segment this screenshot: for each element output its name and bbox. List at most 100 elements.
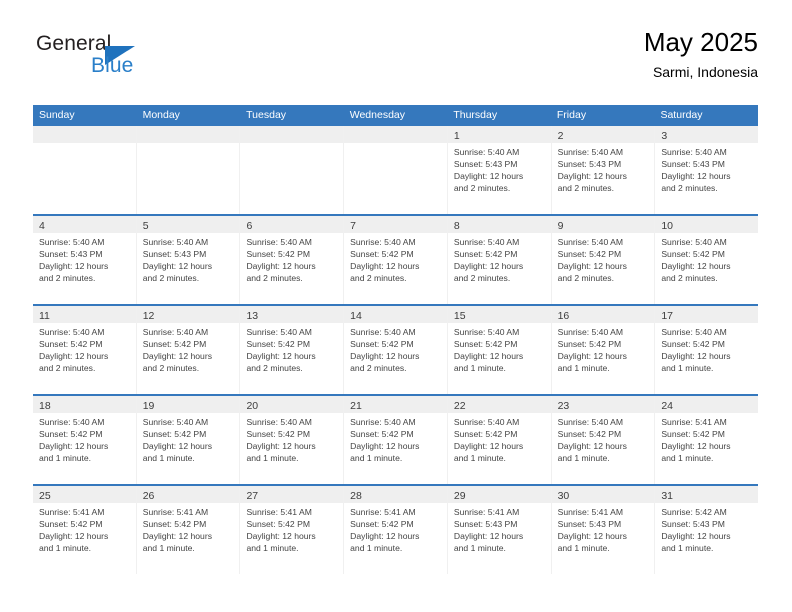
sunset-text: Sunset: 5:42 PM: [453, 249, 518, 260]
daylight-text-line1: Daylight: 12 hours: [350, 531, 420, 542]
day-number-band: 14: [344, 306, 447, 323]
day-number-band: 8: [447, 216, 551, 233]
day-info: Sunrise: 5:40 AM Sunset: 5:42 PM Daylight:…: [344, 233, 447, 284]
calendar-day-cell[interactable]: 27 Sunrise: 5:41 AM Sunset: 5:42 PM Dayligh…: [240, 486, 345, 574]
calendar-day-cell[interactable]: 20 Sunrise: 5:40 AM Sunset: 5:42 PM Dayligh…: [240, 396, 345, 484]
calendar-day-cell[interactable]: 29 Sunrise: 5:41 AM Sunset: 5:43 PM Dayligh…: [447, 486, 552, 574]
page-header: General Blue May 2025 Sarmi, Indonesia: [33, 26, 758, 98]
calendar-day-cell[interactable]: 11 Sunrise: 5:40 AM Sunset: 5:42 PM Dayligh…: [33, 306, 137, 394]
calendar-day-cell[interactable]: 10 Sunrise: 5:40 AM Sunset: 5:42 PM Dayligh…: [655, 216, 759, 304]
day-info: Sunrise: 5:40 AM Sunset: 5:43 PM Daylight:…: [552, 143, 655, 194]
day-number: 1: [453, 130, 460, 142]
sunrise-text: Sunrise: 5:41 AM: [246, 507, 312, 517]
title-block: May 2025 Sarmi, Indonesia: [644, 26, 758, 82]
calendar-day-cell-empty: [344, 126, 448, 214]
daylight-text-line1: Daylight: 12 hours: [453, 261, 524, 272]
calendar-day-cell[interactable]: 15 Sunrise: 5:40 AM Sunset: 5:42 PM Dayligh…: [447, 306, 552, 394]
weekday-header-saturday: Saturday: [660, 109, 703, 121]
calendar-day-cell[interactable]: 28 Sunrise: 5:41 AM Sunset: 5:42 PM Dayligh…: [344, 486, 448, 574]
daylight-text-line1: Daylight: 12 hours: [350, 351, 420, 362]
sunset-text: Sunset: 5:42 PM: [453, 429, 518, 440]
calendar-day-cell[interactable]: 4 Sunrise: 5:40 AM Sunset: 5:43 PM Daylight…: [33, 216, 137, 304]
sunrise-text: Sunrise: 5:41 AM: [453, 507, 520, 517]
day-number: 20: [246, 400, 259, 412]
day-number-band: 20: [240, 396, 344, 413]
daylight-text-line1: Daylight: 12 hours: [246, 531, 316, 542]
weekday-header-thursday: Thursday: [453, 109, 498, 121]
day-info: Sunrise: 5:40 AM Sunset: 5:42 PM Daylight:…: [344, 323, 447, 374]
day-info: Sunrise: 5:40 AM Sunset: 5:42 PM Daylight:…: [137, 413, 240, 464]
day-number-band: 17: [655, 306, 759, 323]
day-info: Sunrise: 5:41 AM Sunset: 5:43 PM Daylight:…: [552, 503, 655, 554]
calendar-day-cell[interactable]: 13 Sunrise: 5:40 AM Sunset: 5:42 PM Dayligh…: [240, 306, 345, 394]
day-info: Sunrise: 5:40 AM Sunset: 5:42 PM Daylight:…: [448, 233, 551, 284]
day-info: Sunrise: 5:41 AM Sunset: 5:42 PM Daylight:…: [655, 413, 758, 464]
sunrise-text: Sunrise: 5:41 AM: [350, 507, 416, 517]
sunset-text: Sunset: 5:43 PM: [557, 159, 622, 170]
day-number-band: 21: [344, 396, 447, 413]
day-number: 14: [350, 310, 362, 322]
calendar-week-row: 1 Sunrise: 5:40 AM Sunset: 5:43 PM Daylight…: [33, 126, 759, 214]
daylight-text-line2: and 1 minute.: [453, 363, 506, 374]
sunset-text: Sunset: 5:43 PM: [661, 519, 725, 530]
day-info: Sunrise: 5:40 AM Sunset: 5:42 PM Daylight:…: [33, 323, 136, 374]
calendar-day-cell[interactable]: 26 Sunrise: 5:41 AM Sunset: 5:42 PM Dayligh…: [136, 486, 241, 574]
calendar-day-cell[interactable]: 6 Sunrise: 5:40 AM Sunset: 5:42 PM Daylight…: [240, 216, 345, 304]
calendar-day-cell[interactable]: 8 Sunrise: 5:40 AM Sunset: 5:42 PM Daylight…: [447, 216, 552, 304]
daylight-text-line1: Daylight: 12 hours: [142, 441, 212, 452]
daylight-text-line2: and 1 minute.: [453, 453, 506, 464]
calendar-day-cell[interactable]: 3 Sunrise: 5:40 AM Sunset: 5:43 PM Daylight…: [655, 126, 759, 214]
daylight-text-line1: Daylight: 12 hours: [350, 441, 420, 452]
sunrise-text: Sunrise: 5:40 AM: [557, 327, 624, 337]
daylight-text-line2: and 1 minute.: [557, 543, 610, 554]
calendar-day-cell[interactable]: 19 Sunrise: 5:40 AM Sunset: 5:42 PM Dayligh…: [136, 396, 241, 484]
sunset-text: Sunset: 5:42 PM: [661, 429, 725, 440]
calendar-day-cell[interactable]: 14 Sunrise: 5:40 AM Sunset: 5:42 PM Dayligh…: [344, 306, 448, 394]
sunrise-text: Sunrise: 5:40 AM: [39, 327, 105, 337]
day-info: Sunrise: 5:41 AM Sunset: 5:43 PM Daylight:…: [448, 503, 551, 554]
day-number: 22: [453, 400, 466, 412]
day-number-band: 23: [551, 396, 655, 413]
sunrise-text: Sunrise: 5:40 AM: [453, 417, 520, 427]
calendar-day-cell[interactable]: 7 Sunrise: 5:40 AM Sunset: 5:42 PM Daylight…: [344, 216, 448, 304]
calendar-day-cell[interactable]: 17 Sunrise: 5:40 AM Sunset: 5:42 PM Dayligh…: [655, 306, 759, 394]
sunrise-text: Sunrise: 5:40 AM: [142, 417, 209, 427]
calendar-day-cell[interactable]: 18 Sunrise: 5:40 AM Sunset: 5:42 PM Dayligh…: [33, 396, 137, 484]
day-number-band: [344, 126, 447, 143]
calendar-day-cell[interactable]: 24 Sunrise: 5:41 AM Sunset: 5:42 PM Dayligh…: [655, 396, 759, 484]
day-number: 19: [142, 400, 155, 412]
day-number: 2: [557, 130, 564, 142]
day-number: 30: [557, 490, 570, 502]
sunrise-text: Sunrise: 5:40 AM: [246, 237, 312, 247]
daylight-text-line2: and 2 minutes.: [246, 363, 303, 374]
sunrise-text: Sunrise: 5:41 AM: [557, 507, 624, 517]
calendar-day-cell[interactable]: 2 Sunrise: 5:40 AM Sunset: 5:43 PM Daylight…: [551, 126, 656, 214]
calendar-day-cell[interactable]: 23 Sunrise: 5:40 AM Sunset: 5:42 PM Dayligh…: [551, 396, 656, 484]
daylight-text-line1: Daylight: 12 hours: [142, 531, 212, 542]
generalblue-logo[interactable]: General Blue: [33, 32, 253, 94]
calendar-day-cell[interactable]: 12 Sunrise: 5:40 AM Sunset: 5:42 PM Dayligh…: [136, 306, 241, 394]
day-number: 25: [39, 490, 51, 502]
weekday-header-friday: Friday: [556, 109, 587, 121]
calendar-day-cell[interactable]: 16 Sunrise: 5:40 AM Sunset: 5:42 PM Dayligh…: [551, 306, 656, 394]
daylight-text-line1: Daylight: 12 hours: [39, 261, 109, 272]
calendar-day-cell[interactable]: 5 Sunrise: 5:40 AM Sunset: 5:43 PM Daylight…: [136, 216, 241, 304]
calendar-day-cell[interactable]: 30 Sunrise: 5:41 AM Sunset: 5:43 PM Dayligh…: [551, 486, 656, 574]
day-number-band: 5: [136, 216, 240, 233]
day-number-band: 24: [655, 396, 759, 413]
daylight-text-line1: Daylight: 12 hours: [246, 261, 316, 272]
daylight-text-line1: Daylight: 12 hours: [350, 261, 420, 272]
daylight-text-line1: Daylight: 12 hours: [142, 351, 212, 362]
calendar-day-cell[interactable]: 31 Sunrise: 5:42 AM Sunset: 5:43 PM Dayligh…: [655, 486, 759, 574]
calendar-day-cell[interactable]: 21 Sunrise: 5:40 AM Sunset: 5:42 PM Dayligh…: [344, 396, 448, 484]
daylight-text-line1: Daylight: 12 hours: [453, 531, 524, 542]
day-number: 26: [142, 490, 155, 502]
calendar-day-cell[interactable]: 22 Sunrise: 5:40 AM Sunset: 5:42 PM Dayligh…: [447, 396, 552, 484]
calendar-day-cell[interactable]: 25 Sunrise: 5:41 AM Sunset: 5:42 PM Dayligh…: [33, 486, 137, 574]
calendar-day-cell[interactable]: 1 Sunrise: 5:40 AM Sunset: 5:43 PM Daylight…: [447, 126, 552, 214]
daylight-text-line1: Daylight: 12 hours: [453, 351, 524, 362]
day-number-band: 28: [344, 486, 447, 503]
calendar-week-row: 4 Sunrise: 5:40 AM Sunset: 5:43 PM Daylight…: [33, 214, 759, 304]
day-number: 8: [453, 220, 460, 232]
calendar-day-cell[interactable]: 9 Sunrise: 5:40 AM Sunset: 5:42 PM Daylight…: [551, 216, 656, 304]
